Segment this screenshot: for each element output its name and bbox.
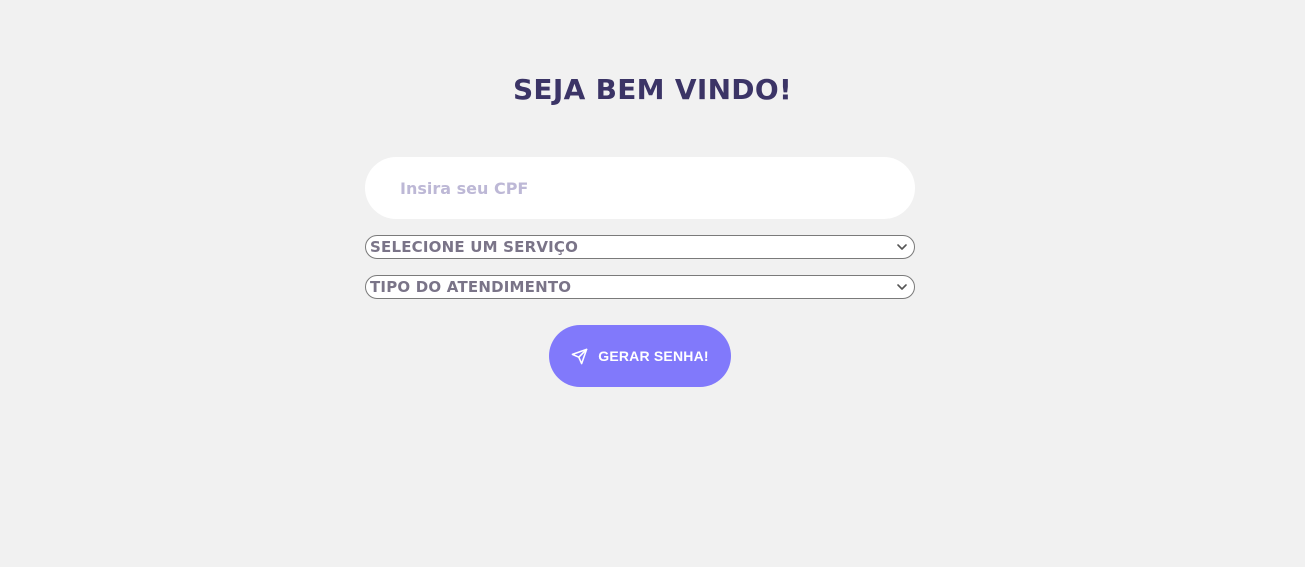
- service-type-select[interactable]: TIPO DO ATENDIMENTO: [365, 275, 915, 299]
- generate-ticket-label: GERAR SENHA!: [598, 348, 709, 364]
- service-type-select-value: TIPO DO ATENDIMENTO: [370, 278, 572, 296]
- chevron-down-icon: [897, 244, 907, 250]
- generate-ticket-button[interactable]: GERAR SENHA!: [549, 325, 731, 387]
- paper-plane-icon: [571, 348, 588, 364]
- page-title: SEJA BEM VINDO!: [512, 73, 793, 106]
- page: SEJA BEM VINDO! SELECIONE UM SERVIÇO TIP…: [0, 0, 1305, 567]
- service-select[interactable]: SELECIONE UM SERVIÇO: [365, 235, 915, 259]
- service-select-value: SELECIONE UM SERVIÇO: [370, 238, 579, 256]
- chevron-down-icon: [897, 284, 907, 290]
- cpf-input[interactable]: [365, 157, 915, 219]
